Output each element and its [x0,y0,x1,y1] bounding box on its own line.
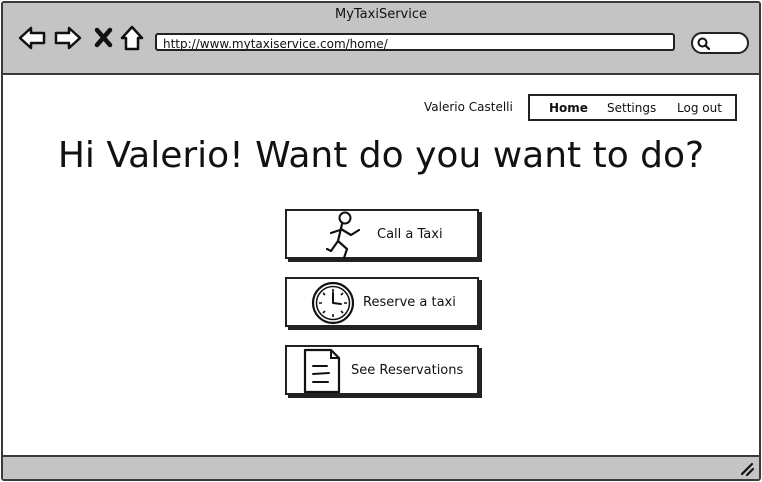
clock-icon [311,281,355,325]
nav-logout-link[interactable]: Log out [677,101,722,115]
browser-chrome: MyTaxiService http://www.mytaxiservice.c… [3,3,759,75]
main-nav: Home Settings Log out [528,94,737,121]
close-x-icon[interactable] [89,23,119,53]
nav-settings-link[interactable]: Settings [607,101,656,115]
reserve-taxi-button[interactable]: Reserve a taxi [285,277,479,327]
resize-grip-icon[interactable] [739,461,755,477]
call-taxi-button[interactable]: Call a Taxi [285,209,479,259]
status-bar [3,455,759,479]
call-taxi-label: Call a Taxi [377,227,443,242]
nav-home-link[interactable]: Home [549,101,588,115]
running-person-icon [325,211,361,259]
address-bar[interactable]: http://www.mytaxiservice.com/home/ [155,33,675,51]
user-name: Valerio Castelli [424,100,513,114]
see-reservations-button[interactable]: See Reservations [285,345,479,395]
page-headline: Hi Valerio! Want do you want to do? [57,135,705,176]
document-icon [303,348,341,394]
reserve-taxi-label: Reserve a taxi [363,295,456,310]
window-title: MyTaxiService [334,7,427,22]
see-reservations-label: See Reservations [351,363,464,378]
search-box[interactable] [691,32,749,54]
back-arrow-icon[interactable] [17,23,47,53]
browser-window: MyTaxiService http://www.mytaxiservice.c… [1,1,761,481]
search-icon [697,37,710,50]
forward-arrow-icon[interactable] [53,23,83,53]
home-icon[interactable] [117,23,147,53]
